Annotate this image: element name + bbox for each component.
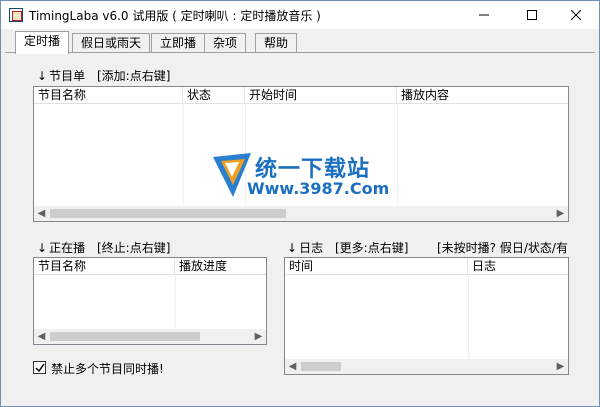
app-icon xyxy=(9,8,23,22)
minimize-button[interactable] xyxy=(461,1,507,29)
scroll-right-icon[interactable]: ▶ xyxy=(251,329,266,344)
scroll-left-icon[interactable]: ◀ xyxy=(34,206,49,221)
program-list-hint: [添加:点右键] xyxy=(97,69,171,83)
log-list[interactable]: 时间 日志 ◀ ▶ xyxy=(284,257,569,375)
log-heading: ↓ 日志 xyxy=(287,241,324,255)
log-extra-hint[interactable]: [未按时播? 假日/状态/有 xyxy=(437,239,597,256)
grid-line xyxy=(183,104,184,206)
scroll-right-icon[interactable]: ▶ xyxy=(553,206,568,221)
tab-divider xyxy=(5,52,595,53)
scroll-left-icon[interactable]: ◀ xyxy=(34,329,49,344)
scrollbar-thumb[interactable] xyxy=(50,209,286,218)
scroll-left-icon[interactable]: ◀ xyxy=(285,359,300,374)
tab-scheduled-play[interactable]: 定时播 xyxy=(15,31,70,54)
scrollbar-thumb[interactable] xyxy=(50,332,200,341)
arrow-down-icon: ↓ xyxy=(287,241,298,255)
watermark-url: Www.3987.Com xyxy=(247,179,390,198)
watermark-logo: 统一下载站 Www.3987.Com xyxy=(211,149,401,205)
column-program-name[interactable]: 节目名称 xyxy=(34,258,175,275)
column-time[interactable]: 时间 xyxy=(285,258,468,275)
column-play-progress[interactable]: 播放进度 xyxy=(175,258,266,275)
column-start-time[interactable]: 开始时间 xyxy=(245,87,397,104)
program-list-header: 节目名称 状态 开始时间 播放内容 xyxy=(34,87,568,104)
now-playing-scrollbar[interactable]: ◀ ▶ xyxy=(34,329,266,344)
column-program-name[interactable]: 节目名称 xyxy=(34,87,183,104)
title-bar: TimingLaba v6.0 试用版 ( 定时喇叭 : 定时播放音乐 ) xyxy=(1,1,599,29)
program-list-scrollbar[interactable]: ◀ ▶ xyxy=(34,206,568,221)
log-scrollbar[interactable]: ◀ ▶ xyxy=(285,359,568,374)
maximize-button[interactable] xyxy=(509,1,555,29)
now-playing-hint: [终止:点右键] xyxy=(97,241,171,255)
column-status[interactable]: 状态 xyxy=(183,87,245,104)
no-multi-play-checkbox[interactable] xyxy=(33,361,46,374)
tab-play-now[interactable]: 立即播 xyxy=(151,33,206,53)
no-multi-play-label: 禁止多个节目同时播! xyxy=(51,362,164,376)
log-hint: [更多:点右键] xyxy=(335,241,409,255)
tab-help[interactable]: 帮助 xyxy=(255,33,298,53)
window-title: TimingLaba v6.0 试用版 ( 定时喇叭 : 定时播放音乐 ) xyxy=(29,9,321,23)
arrow-down-icon: ↓ xyxy=(37,241,48,255)
column-log[interactable]: 日志 xyxy=(468,258,568,275)
tab-holiday-rain[interactable]: 假日或雨天 xyxy=(72,33,151,53)
arrow-down-icon: ↓ xyxy=(37,69,48,83)
app-window: TimingLaba v6.0 试用版 ( 定时喇叭 : 定时播放音乐 ) 定时… xyxy=(0,0,600,407)
now-playing-heading: ↓ 正在播 xyxy=(37,241,86,255)
log-header: 时间 日志 xyxy=(285,258,568,275)
close-button[interactable] xyxy=(553,1,599,29)
scrollbar-thumb[interactable] xyxy=(301,362,341,371)
now-playing-header: 节目名称 播放进度 xyxy=(34,258,266,275)
scroll-right-icon[interactable]: ▶ xyxy=(553,359,568,374)
grid-line xyxy=(175,275,176,329)
grid-line xyxy=(468,275,469,359)
tab-misc[interactable]: 杂项 xyxy=(204,33,247,53)
close-icon xyxy=(571,10,581,20)
maximize-icon xyxy=(527,10,537,20)
checkmark-icon xyxy=(35,363,45,373)
program-list-heading: ↓ 节目单 xyxy=(37,69,86,83)
minimize-icon xyxy=(479,14,489,16)
now-playing-list[interactable]: 节目名称 播放进度 ◀ ▶ xyxy=(33,257,267,345)
column-play-content[interactable]: 播放内容 xyxy=(397,87,568,104)
